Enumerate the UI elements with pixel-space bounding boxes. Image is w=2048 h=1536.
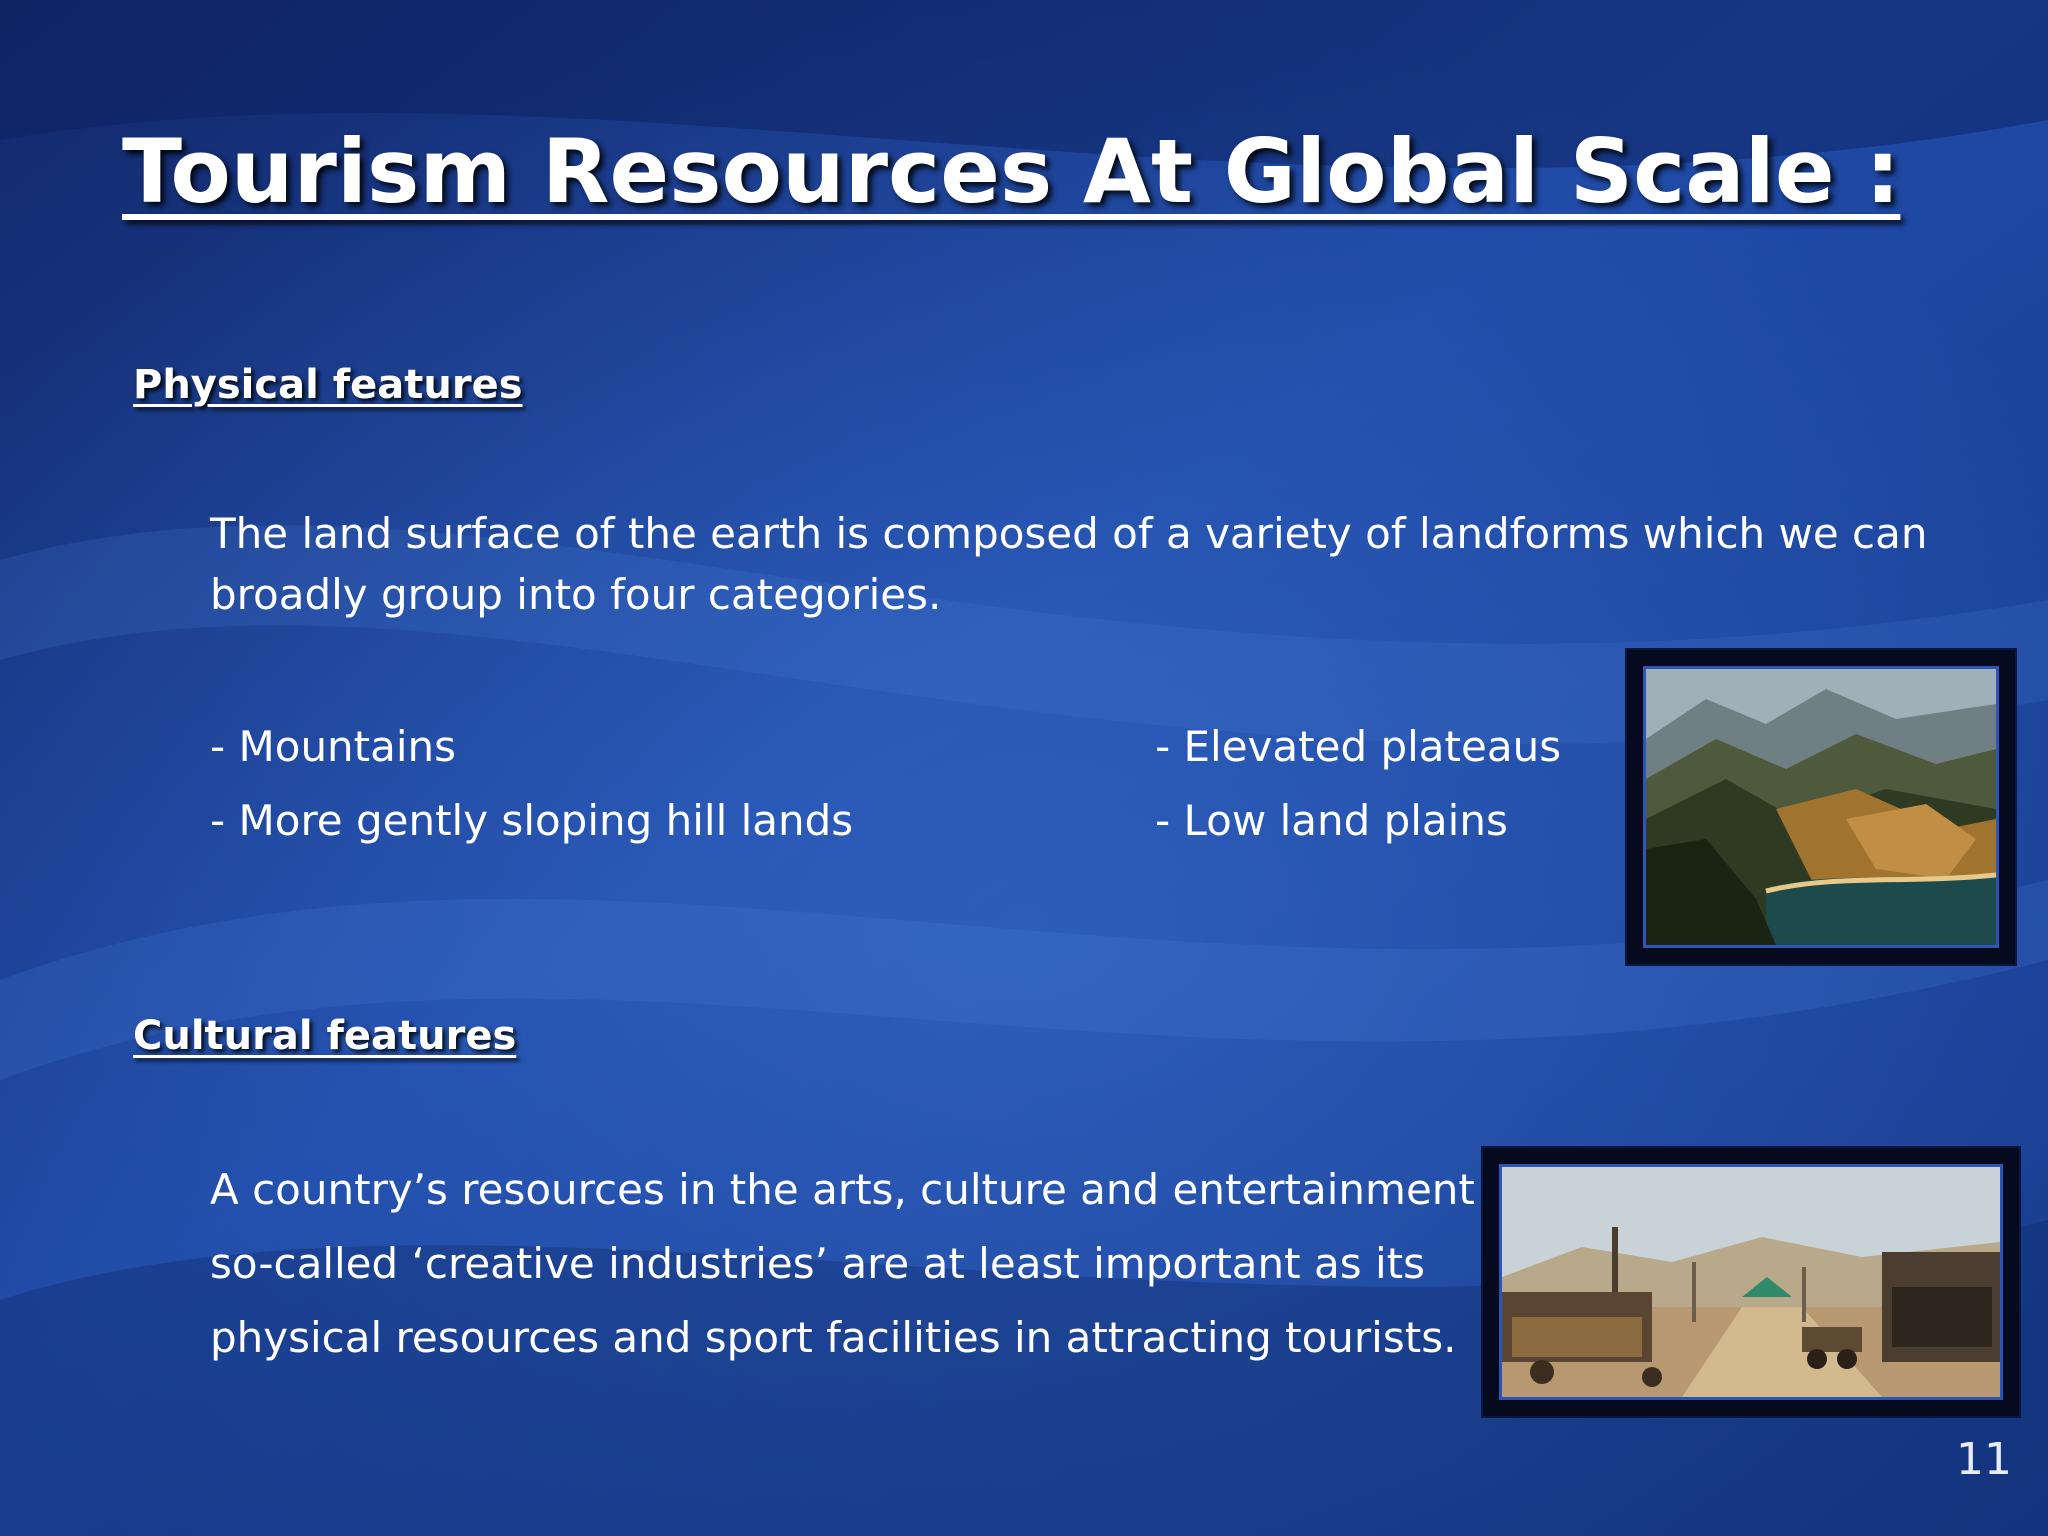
landform-item-mountains: - Mountains [210, 722, 457, 771]
landform-item-plains: - Low land plains [1155, 796, 1508, 845]
slide-title: Tourism Resources At Global Scale : [122, 120, 1901, 223]
market-photo [1483, 1148, 2019, 1416]
physical-features-paragraph: The land surface of the earth is compose… [210, 509, 1928, 619]
cultural-features-heading: Cultural features [133, 1013, 517, 1059]
cultural-features-paragraph: A country’s resources in the arts, cultu… [210, 1165, 1475, 1362]
landform-item-plateaus: - Elevated plateaus [1155, 722, 1562, 771]
landforms-list-left: - Mountains - More gently sloping hill l… [210, 710, 853, 858]
market-photo-image [1499, 1164, 2003, 1400]
physical-features-heading: Physical features [133, 362, 523, 408]
landforms-list-right: - Elevated plateaus - Low land plains [1155, 710, 1561, 858]
mountains-photo [1627, 650, 2015, 964]
slide-number: 11 [1956, 1434, 2012, 1485]
landform-item-hill-lands: - More gently sloping hill lands [210, 796, 854, 845]
mountains-photo-image [1643, 666, 1999, 948]
